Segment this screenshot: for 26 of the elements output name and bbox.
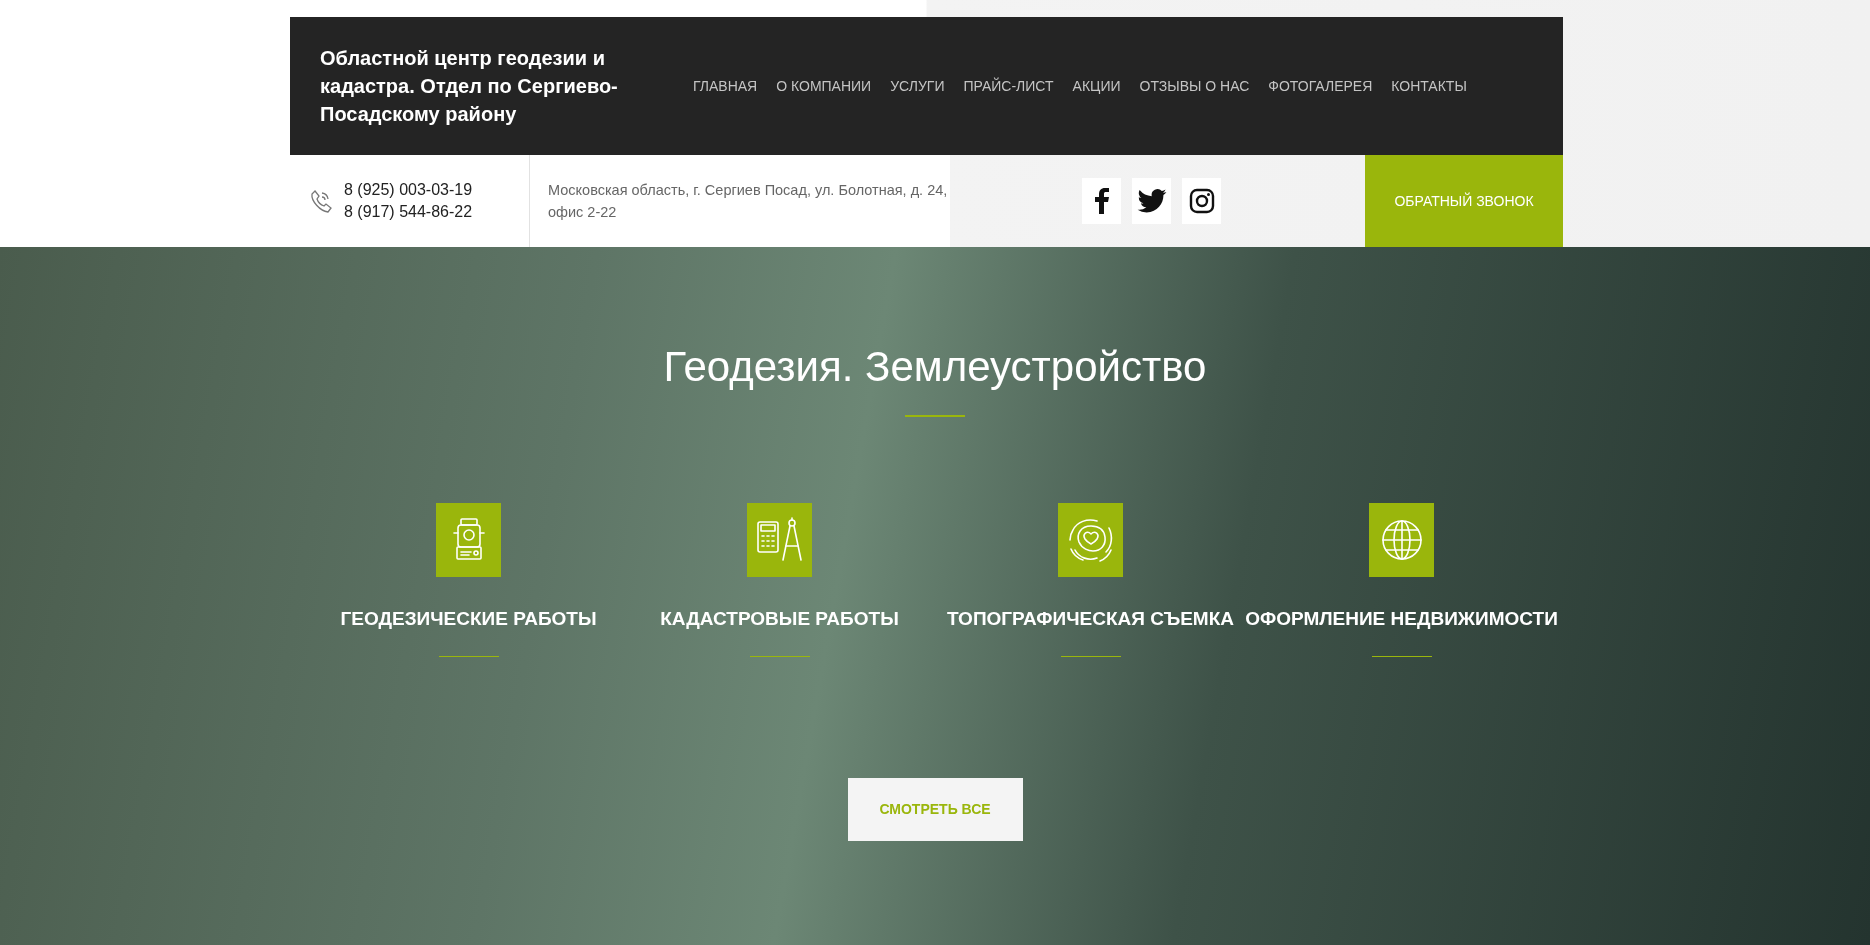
- service-link[interactable]: ОФОРМЛЕНИЕ НЕДВИЖИМОСТИ: [1245, 607, 1558, 631]
- social-link[interactable]: [1132, 178, 1171, 224]
- nav-link[interactable]: АКЦИИ: [1072, 75, 1121, 97]
- nav-link[interactable]: ОТЗЫВЫ О НАС: [1139, 75, 1250, 97]
- service-link[interactable]: КАДАСТРОВЫЕ РАБОТЫ: [660, 607, 899, 631]
- phone-number: 8 (917) 544-86-22: [344, 202, 473, 222]
- nav-link[interactable]: ФОТОГАЛЕРЕЯ: [1268, 75, 1373, 97]
- calculator-compass-icon: [754, 516, 805, 564]
- nav-link[interactable]: ПРАЙС-ЛИСТ: [963, 75, 1054, 97]
- hero-title: Геодезия. Землеустройство: [663, 342, 1207, 392]
- service-link[interactable]: ТОПОГРАФИЧЕСКАЯ СЪЕМКА: [946, 607, 1235, 631]
- nav-link[interactable]: УСЛУГИ: [890, 75, 945, 97]
- nav-link[interactable]: КОНТАКТЫ: [1391, 75, 1467, 97]
- social-link[interactable]: [1082, 178, 1121, 224]
- bird-icon: [1136, 189, 1167, 213]
- address-text: Московская область, г. Сергиев Посад, ул. Болотная, д. 24, офис 2-22: [548, 181, 948, 222]
- camera-icon: [1188, 188, 1215, 214]
- phone-icon: [310, 189, 332, 213]
- phone-number: 8 (925) 003-03-19: [344, 180, 473, 200]
- nav-link[interactable]: О КОМПАНИИ: [776, 75, 872, 97]
- nav-link[interactable]: ГЛАВНАЯ: [693, 75, 758, 97]
- facebook-icon: [1094, 188, 1109, 214]
- contour-map-icon: [1066, 516, 1115, 564]
- social-link[interactable]: [1182, 178, 1221, 224]
- service-link[interactable]: ГЕОДЕЗИЧЕСКИЕ РАБОТЫ: [340, 607, 597, 631]
- site-title: Областной центр геодезии и кадастра. Отдел по Сергиево-Посадскому району: [320, 46, 619, 127]
